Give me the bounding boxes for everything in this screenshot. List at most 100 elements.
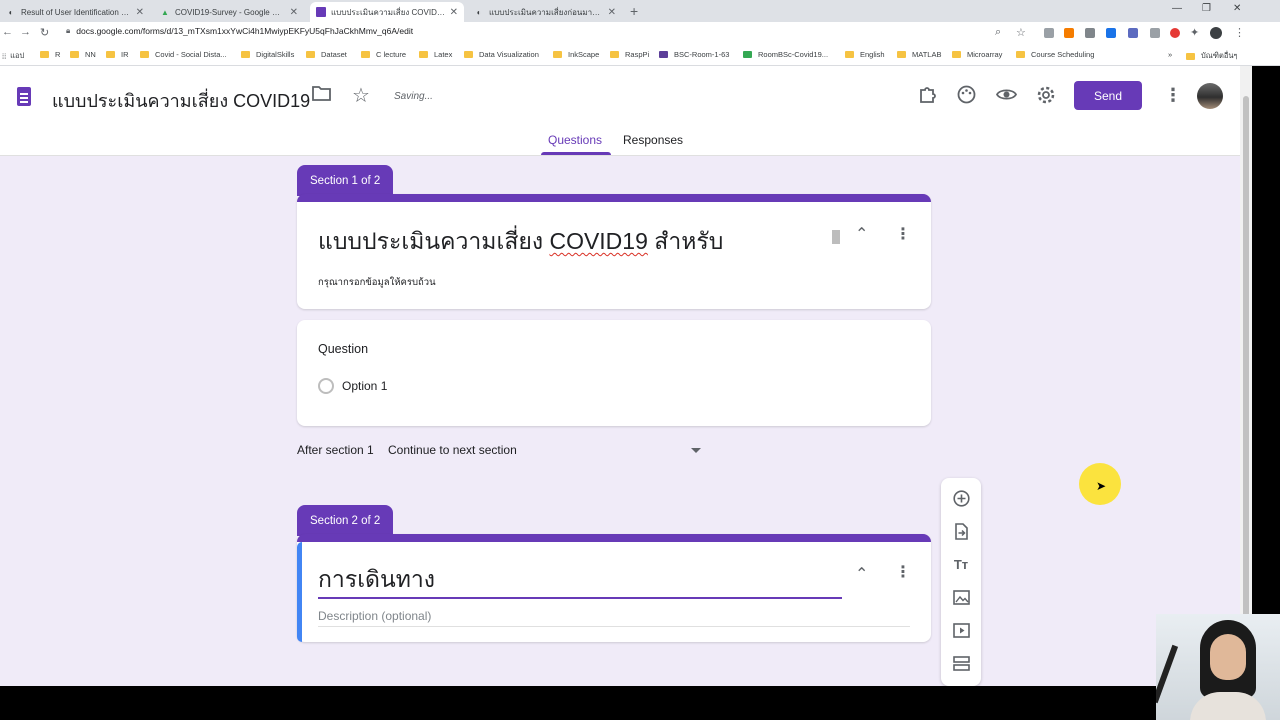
- palette-icon[interactable]: [957, 85, 976, 109]
- extension-icon[interactable]: [1085, 28, 1095, 38]
- collapse-section-icon[interactable]: ⌃: [855, 224, 868, 244]
- bookmark-folder[interactable]: NN: [70, 50, 96, 59]
- radio-button: [318, 378, 334, 394]
- bookmark-folder[interactable]: Microarray: [952, 50, 1002, 59]
- bookmark-folder[interactable]: Course Scheduling: [1016, 50, 1094, 59]
- folder-icon: [419, 51, 428, 58]
- extension-icon[interactable]: [1170, 28, 1180, 38]
- close-icon[interactable]: ✕: [136, 7, 144, 18]
- tab-questions[interactable]: Questions: [548, 133, 602, 147]
- bookmark-link[interactable]: BSC-Room-1-63: [659, 50, 729, 59]
- star-icon[interactable]: ☆: [352, 83, 370, 108]
- bookmark-apps[interactable]: ⁞⁞ แอป: [2, 50, 24, 62]
- bookmark-folder[interactable]: Covid - Social Dista...: [140, 50, 227, 59]
- bookmark-link[interactable]: RoomBSc-Covid19...: [743, 50, 828, 59]
- minimize-icon[interactable]: —: [1172, 3, 1182, 14]
- bookmark-folder[interactable]: Latex: [419, 50, 452, 59]
- forward-icon[interactable]: →: [20, 26, 31, 38]
- section-2-header-card[interactable]: การเดินทาง Description (optional) ⌃ ⋮: [297, 534, 931, 642]
- section-1-description[interactable]: กรุณากรอกข้อมูลให้ครบถ้วน: [318, 275, 436, 290]
- browser-tab[interactable]: ◐ แบบประเมินความเสี่ยงก่อนมาโรงพยาบา ✕: [468, 2, 622, 22]
- title-input-underline: [318, 597, 842, 599]
- preview-eye-icon[interactable]: [995, 85, 1018, 109]
- folder-icon[interactable]: [312, 85, 331, 106]
- add-section-icon[interactable]: [951, 653, 971, 673]
- reload-icon[interactable]: ↻: [40, 26, 49, 39]
- forms-header: แบบประเมินความเสี่ยง COVID19 ☆ Saving...…: [0, 66, 1240, 156]
- extension-icon[interactable]: [1106, 28, 1116, 38]
- browser-tab-active[interactable]: แบบประเมินความเสี่ยง COVID19 - Go ✕: [310, 2, 464, 22]
- extension-icon[interactable]: [1150, 28, 1160, 38]
- section-2-title[interactable]: การเดินทาง: [318, 562, 435, 598]
- import-questions-icon[interactable]: [951, 521, 971, 541]
- question-card[interactable]: Question Option 1: [297, 320, 931, 426]
- title-scrollbar[interactable]: [832, 224, 840, 258]
- bookmark-folder[interactable]: Dataset: [306, 50, 347, 59]
- after-section-dropdown[interactable]: Continue to next section: [388, 443, 517, 457]
- close-icon[interactable]: ✕: [608, 7, 616, 18]
- bookmark-folder[interactable]: C lecture: [361, 50, 406, 59]
- forms-icon: [316, 7, 326, 17]
- send-button[interactable]: Send: [1074, 81, 1142, 110]
- browser-tab[interactable]: ◐ Result of User Identification Port ✕: [0, 2, 150, 22]
- folder-icon: [70, 51, 79, 58]
- bookmark-folder[interactable]: DigitalSkills: [241, 50, 294, 59]
- star-icon[interactable]: ☆: [1016, 26, 1026, 39]
- drive-icon: ▲: [161, 7, 169, 17]
- address-bar[interactable]: 🔒︎ docs.google.com/forms/d/13_mTXsm1xxYw…: [66, 26, 413, 36]
- folder-icon: [140, 51, 149, 58]
- restore-icon[interactable]: ❐: [1202, 3, 1211, 14]
- save-status: Saving...: [394, 91, 433, 102]
- folder-icon: [1016, 51, 1025, 58]
- bookmark-folder[interactable]: R: [40, 50, 60, 59]
- add-question-icon[interactable]: [951, 488, 971, 508]
- account-avatar[interactable]: [1197, 83, 1223, 109]
- forms-logo-icon[interactable]: [17, 87, 31, 106]
- addons-icon[interactable]: [918, 85, 937, 109]
- bookmarks-bar: ⁞⁞ แอป R NN IR Covid - Social Dista... Di…: [0, 44, 1280, 66]
- window-close-icon[interactable]: ✕: [1233, 3, 1241, 14]
- add-title-description-icon[interactable]: Tт: [951, 554, 971, 574]
- more-bookmarks-icon[interactable]: »: [1168, 50, 1172, 59]
- page-scrollbar[interactable]: [1240, 66, 1252, 686]
- section-1-title[interactable]: แบบประเมินความเสี่ยง COVID19 สำหรับ: [318, 224, 723, 260]
- close-icon[interactable]: ✕: [450, 7, 458, 18]
- collapse-section-icon[interactable]: ⌃: [855, 564, 868, 584]
- zoom-icon[interactable]: ⌕: [995, 26, 1001, 39]
- add-video-icon[interactable]: [951, 620, 971, 640]
- bookmark-folder[interactable]: InkScape: [553, 50, 599, 59]
- question-title[interactable]: Question: [318, 342, 368, 356]
- bookmark-folder[interactable]: English: [845, 50, 885, 59]
- option-label[interactable]: Option 1: [342, 379, 387, 393]
- bookmark-folder[interactable]: บัณฑิตอื่นๆ: [1186, 50, 1237, 62]
- tab-responses[interactable]: Responses: [623, 133, 683, 147]
- folder-icon: [553, 51, 562, 58]
- section-menu-icon[interactable]: ⋮: [895, 562, 911, 582]
- section-menu-icon[interactable]: ⋮: [895, 224, 911, 244]
- add-image-icon[interactable]: [951, 587, 971, 607]
- settings-gear-icon[interactable]: [1036, 85, 1056, 110]
- profile-avatar[interactable]: [1210, 27, 1222, 39]
- bookmark-folder[interactable]: Data Visualization: [464, 50, 539, 59]
- bookmark-folder[interactable]: IR: [106, 50, 129, 59]
- bookmark-folder[interactable]: RaspPi: [610, 50, 649, 59]
- form-title[interactable]: แบบประเมินความเสี่ยง COVID19: [52, 86, 310, 115]
- bookmark-folder[interactable]: MATLAB: [897, 50, 941, 59]
- dropdown-arrow-icon[interactable]: [691, 448, 701, 453]
- back-icon[interactable]: ←: [2, 26, 13, 38]
- browser-tab-strip: ◐ Result of User Identification Port ✕ ▲…: [0, 0, 1280, 22]
- menu-icon[interactable]: ⋮: [1234, 26, 1245, 39]
- extension-icon[interactable]: [1128, 28, 1138, 38]
- more-options-icon[interactable]: ⋮: [1164, 85, 1182, 106]
- scrollbar-thumb[interactable]: [1243, 96, 1249, 636]
- globe-icon: ◐: [8, 7, 14, 17]
- extension-icon[interactable]: [1064, 28, 1074, 38]
- browser-tab[interactable]: ▲ COVID19-Survey - Google Drive ✕: [154, 2, 304, 22]
- section-2-description-input[interactable]: Description (optional): [318, 609, 431, 623]
- puzzle-icon[interactable]: ✦: [1190, 26, 1199, 39]
- browser-toolbar: ← → ↻ 🔒︎ docs.google.com/forms/d/13_mTXs…: [0, 22, 1280, 44]
- close-icon[interactable]: ✕: [290, 7, 298, 18]
- extension-icon[interactable]: [1044, 28, 1054, 38]
- floating-toolbar: Tт: [941, 478, 981, 686]
- new-tab-icon[interactable]: +: [630, 3, 638, 19]
